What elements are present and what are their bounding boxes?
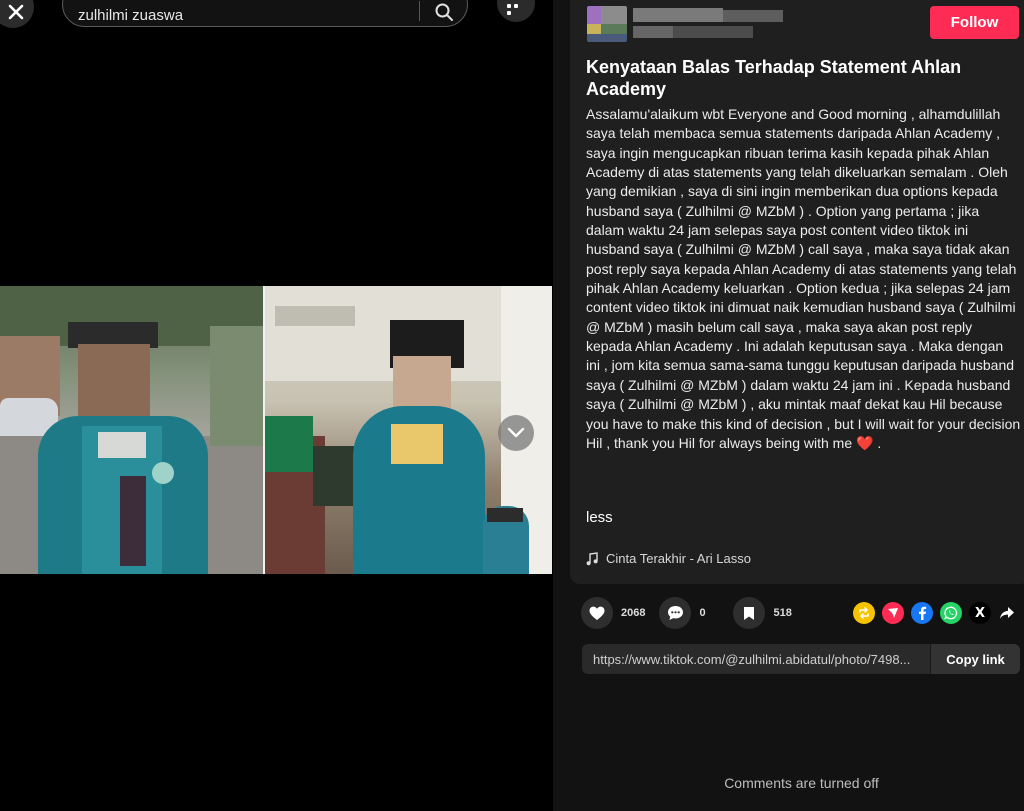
heart-emoji: ❤️	[856, 434, 874, 451]
like-count: 2068	[621, 607, 646, 619]
author-avatar[interactable]	[587, 6, 627, 42]
send-icon	[888, 608, 898, 618]
facebook-icon	[919, 606, 927, 620]
search-button[interactable]	[429, 0, 459, 25]
media-viewer: zulhilmi zuaswa	[0, 0, 553, 811]
search-box[interactable]: zulhilmi zuaswa	[62, 0, 468, 27]
music-note-icon	[586, 551, 598, 565]
search-icon	[435, 3, 453, 21]
copy-link-button[interactable]: Copy link	[930, 644, 1020, 674]
whatsapp-share-button[interactable]	[940, 602, 962, 624]
share-link-box: https://www.tiktok.com/@zulhilmi.abidatu…	[582, 644, 1020, 674]
dot-icon	[507, 11, 511, 15]
comment-icon	[667, 606, 683, 620]
comment-action[interactable]: 0	[659, 597, 719, 629]
repost-button[interactable]	[853, 602, 875, 624]
send-button[interactable]	[882, 602, 904, 624]
dot-icon	[507, 4, 511, 8]
share-arrow-icon	[1000, 607, 1014, 619]
repost-icon	[859, 607, 869, 619]
bookmark-icon	[744, 606, 755, 620]
like-button[interactable]	[581, 597, 613, 629]
x-share-button[interactable]: X	[969, 602, 991, 624]
facebook-share-button[interactable]	[911, 602, 933, 624]
search-input[interactable]: zulhilmi zuaswa	[78, 7, 183, 24]
music-track[interactable]: Cinta Terakhir - Ari Lasso	[586, 551, 751, 566]
whatsapp-icon	[944, 606, 958, 620]
post-detail-panel: Follow Kenyataan Balas Terhadap Statemen…	[553, 0, 1024, 811]
close-button[interactable]	[0, 0, 34, 28]
comments-status: Comments are turned off	[724, 775, 879, 791]
search-separator	[419, 1, 420, 21]
share-link-url[interactable]: https://www.tiktok.com/@zulhilmi.abidatu…	[593, 652, 928, 667]
save-action[interactable]: 518	[733, 597, 793, 629]
comment-count: 0	[699, 607, 706, 619]
save-count: 518	[773, 607, 792, 619]
description-text: Assalamu'alaikum wbt Everyone and Good m…	[586, 106, 1021, 451]
music-title: Cinta Terakhir - Ari Lasso	[606, 551, 751, 566]
heart-icon	[589, 606, 605, 620]
engagement-actions: 2068 0 518	[581, 597, 807, 629]
share-options: X	[853, 602, 1016, 624]
description-end: .	[873, 434, 882, 451]
more-share-button[interactable]	[998, 602, 1016, 624]
comment-button[interactable]	[659, 597, 692, 629]
close-icon	[8, 4, 24, 20]
post-description: Assalamu'alaikum wbt Everyone and Good m…	[586, 105, 1021, 453]
more-options-button[interactable]	[497, 0, 535, 22]
show-less-button[interactable]: less	[586, 509, 613, 526]
author-name-pixelated[interactable]	[633, 6, 783, 42]
like-action[interactable]: 2068	[581, 597, 645, 629]
follow-button[interactable]: Follow	[930, 6, 1019, 39]
dot-icon	[514, 4, 518, 8]
x-icon: X	[974, 605, 986, 621]
next-slide-button[interactable]	[498, 415, 534, 451]
chevron-down-icon	[507, 427, 525, 438]
photo-graduate-left	[0, 286, 263, 574]
save-button[interactable]	[733, 597, 766, 629]
post-title: Kenyataan Balas Terhadap Statement Ahlan…	[586, 57, 962, 99]
